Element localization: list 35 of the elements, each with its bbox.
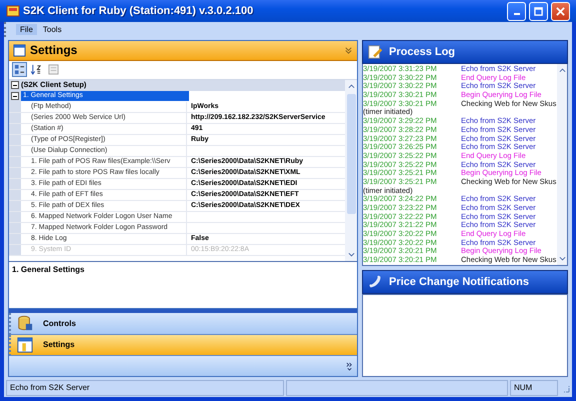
panel-title: Process Log bbox=[389, 46, 456, 58]
window-icon bbox=[13, 44, 26, 57]
scroll-down-icon[interactable] bbox=[348, 252, 354, 258]
app-icon bbox=[6, 4, 20, 18]
panel-title: Settings bbox=[30, 43, 78, 58]
maximize-icon bbox=[534, 6, 543, 16]
categorized-button[interactable] bbox=[12, 62, 27, 78]
scroll-up-icon[interactable] bbox=[348, 82, 354, 89]
minimize-button[interactable] bbox=[507, 2, 526, 20]
database-icon bbox=[17, 315, 33, 332]
notepad-icon bbox=[367, 44, 383, 60]
scroll-down-icon[interactable] bbox=[558, 256, 566, 262]
collapse-toggle[interactable] bbox=[9, 80, 21, 91]
window-title: S2K Client for Ruby (Station:491) v.3.0.2.100 bbox=[23, 5, 254, 17]
close-button[interactable] bbox=[551, 2, 570, 20]
status-message: Echo from S2K Server bbox=[6, 380, 284, 396]
description-title: 1. General Settings bbox=[12, 265, 84, 274]
phone-icon bbox=[367, 274, 383, 290]
navigation-button[interactable]: Controls bbox=[9, 312, 357, 335]
collapse-toggle[interactable] bbox=[9, 90, 21, 102]
minimize-icon bbox=[514, 13, 520, 15]
close-icon bbox=[556, 6, 565, 16]
chevron-icon[interactable] bbox=[346, 362, 353, 371]
menu-item[interactable]: File bbox=[16, 24, 37, 35]
maximize-button[interactable] bbox=[529, 2, 548, 20]
panel-title: Price Change Notifications bbox=[389, 276, 529, 288]
scrollbar[interactable] bbox=[345, 80, 357, 262]
menu-item[interactable]: Tools bbox=[38, 24, 66, 35]
splitter-handle[interactable] bbox=[9, 308, 357, 313]
scroll-up-icon[interactable] bbox=[558, 67, 566, 73]
window-icon bbox=[17, 336, 33, 353]
scrollbar[interactable] bbox=[557, 64, 567, 265]
sort-button[interactable] bbox=[29, 62, 44, 78]
navigation-button[interactable]: Settings bbox=[9, 334, 357, 356]
num-lock-indicator: NUM bbox=[510, 380, 558, 396]
